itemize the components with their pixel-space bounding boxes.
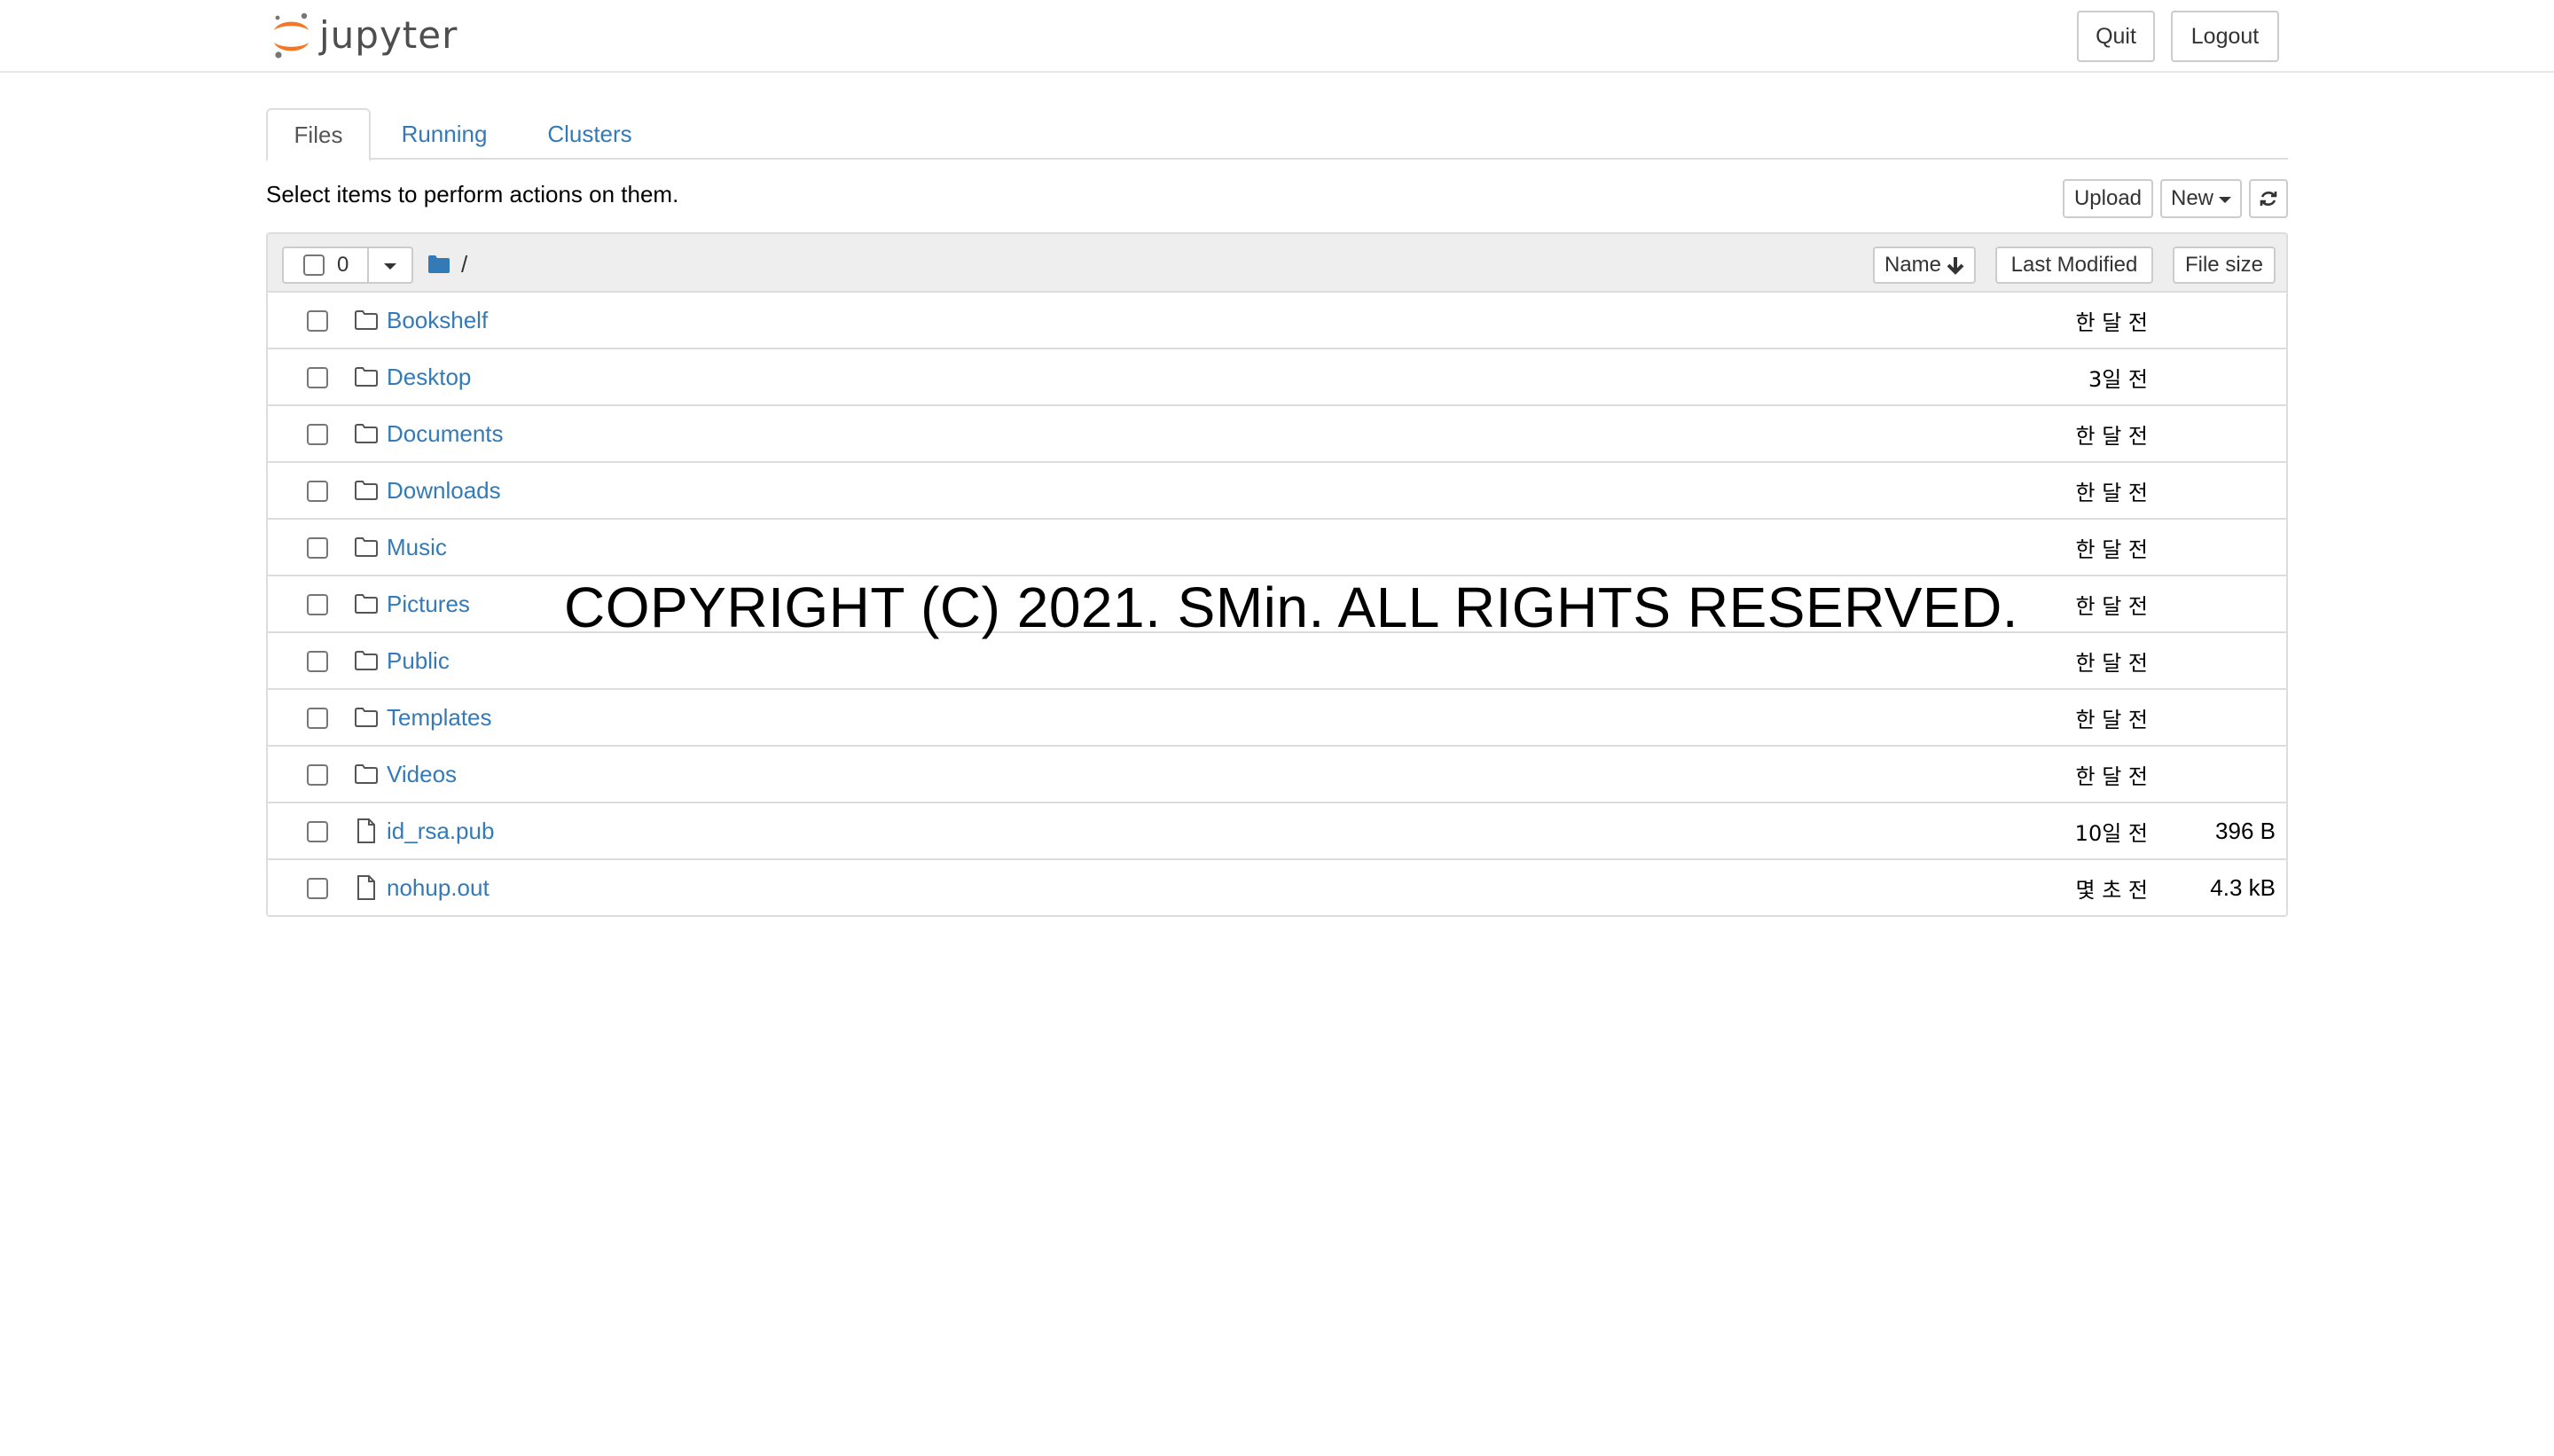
main-tabs: Files Running Clusters	[266, 108, 2288, 161]
row-checkbox[interactable]	[307, 594, 328, 615]
row-checkbox[interactable]	[307, 367, 328, 388]
item-name-link[interactable]: id_rsa.pub	[387, 818, 494, 845]
item-name-link[interactable]: Desktop	[387, 364, 471, 391]
select-dropdown-button[interactable]	[369, 247, 413, 284]
item-name-link[interactable]: Music	[387, 534, 447, 561]
item-modified: 몇 초 전	[2075, 878, 2149, 903]
table-row[interactable]: id_rsa.pub 10일 전 396 B	[268, 803, 2286, 860]
table-row[interactable]: Desktop 3일 전	[268, 349, 2286, 406]
breadcrumb-root[interactable]: /	[461, 251, 467, 278]
arrow-down-icon	[1947, 257, 1964, 275]
item-modified: 3일 전	[2088, 367, 2148, 392]
selected-count: 0	[337, 253, 349, 277]
item-modified: 한 달 전	[2075, 594, 2149, 619]
item-name-link[interactable]: Templates	[387, 704, 492, 732]
table-row[interactable]: Music 한 달 전	[268, 520, 2286, 576]
refresh-icon	[2260, 192, 2277, 206]
row-checkbox[interactable]	[307, 651, 328, 672]
folder-icon	[353, 589, 380, 619]
item-size: 4.3 kB	[2210, 874, 2276, 901]
tab-files[interactable]: Files	[266, 108, 371, 161]
folder-icon	[353, 532, 380, 562]
file-list-header: 0 / Name Last Modified File size	[268, 234, 2286, 293]
folder-icon	[353, 759, 380, 789]
folder-icon	[353, 419, 380, 449]
table-row[interactable]: Bookshelf 한 달 전	[268, 293, 2286, 349]
refresh-button[interactable]	[2249, 179, 2288, 218]
sort-by-size-button[interactable]: File size	[2173, 247, 2276, 284]
file-list-panel: 0 / Name Last Modified File size Bookshe…	[266, 232, 2288, 917]
folder-filled-icon[interactable]	[427, 254, 450, 274]
top-header: jupyter Quit Logout	[0, 0, 2554, 73]
row-checkbox[interactable]	[307, 310, 328, 332]
item-modified: 한 달 전	[2075, 481, 2149, 505]
tab-clusters[interactable]: Clusters	[532, 108, 647, 160]
item-name-link[interactable]: Bookshelf	[387, 307, 488, 334]
row-checkbox[interactable]	[307, 708, 328, 729]
new-button-label: New	[2170, 186, 2213, 210]
file-icon	[353, 873, 380, 903]
select-all-group: 0	[282, 247, 413, 284]
folder-icon	[353, 475, 380, 505]
item-modified: 한 달 전	[2075, 310, 2149, 335]
folder-icon	[353, 362, 380, 392]
table-row[interactable]: Documents 한 달 전	[268, 406, 2286, 463]
tab-running[interactable]: Running	[390, 108, 498, 160]
row-checkbox[interactable]	[307, 537, 328, 559]
upload-button[interactable]: Upload	[2063, 179, 2153, 218]
quit-button[interactable]: Quit	[2077, 11, 2155, 62]
sort-by-modified-button[interactable]: Last Modified	[1995, 247, 2153, 284]
folder-icon	[353, 305, 380, 335]
item-size: 396 B	[2215, 818, 2276, 844]
row-checkbox[interactable]	[307, 764, 328, 786]
item-modified: 한 달 전	[2075, 537, 2149, 562]
folder-icon	[353, 646, 380, 676]
jupyter-logo[interactable]: jupyter	[271, 9, 458, 62]
jupyter-logo-icon	[274, 12, 309, 59]
table-row[interactable]: Pictures 한 달 전	[268, 576, 2286, 633]
table-row[interactable]: nohup.out 몇 초 전 4.3 kB	[268, 860, 2286, 915]
item-name-link[interactable]: Public	[387, 647, 450, 675]
sort-by-name-button[interactable]: Name	[1873, 247, 1976, 284]
caret-down-icon	[384, 262, 396, 270]
table-row[interactable]: Public 한 달 전	[268, 633, 2286, 690]
row-checkbox[interactable]	[307, 481, 328, 502]
item-name-link[interactable]: Videos	[387, 761, 457, 788]
item-modified: 한 달 전	[2075, 708, 2149, 732]
file-icon	[353, 816, 380, 846]
table-row[interactable]: Videos 한 달 전	[268, 747, 2286, 803]
row-checkbox[interactable]	[307, 878, 328, 899]
item-modified: 한 달 전	[2075, 764, 2149, 789]
select-all-checkbox[interactable]: 0	[282, 247, 369, 284]
table-row[interactable]: Downloads 한 달 전	[268, 463, 2286, 520]
logo-text: jupyter	[319, 13, 458, 57]
item-modified: 한 달 전	[2075, 424, 2149, 449]
item-modified: 한 달 전	[2075, 651, 2149, 676]
item-name-link[interactable]: Downloads	[387, 477, 501, 505]
row-checkbox[interactable]	[307, 424, 328, 445]
row-checkbox[interactable]	[307, 821, 328, 842]
breadcrumb: /	[427, 248, 467, 280]
item-name-link[interactable]: Pictures	[387, 591, 470, 618]
table-row[interactable]: Templates 한 달 전	[268, 690, 2286, 747]
file-list: Bookshelf 한 달 전 Desktop 3일 전 Documents 한 달 전D…	[268, 293, 2286, 915]
item-modified: 10일 전	[2074, 821, 2148, 846]
item-name-link[interactable]: nohup.out	[387, 874, 490, 902]
select-all-checkbox-box[interactable]	[303, 254, 325, 276]
item-name-link[interactable]: Documents	[387, 420, 504, 448]
sort-name-label: Name	[1884, 253, 1942, 277]
logout-button[interactable]: Logout	[2171, 11, 2279, 62]
caret-down-icon	[2219, 196, 2231, 203]
folder-icon	[353, 702, 380, 732]
new-dropdown-button[interactable]: New	[2160, 179, 2242, 218]
instructions-text: Select items to perform actions on them.	[266, 181, 679, 207]
